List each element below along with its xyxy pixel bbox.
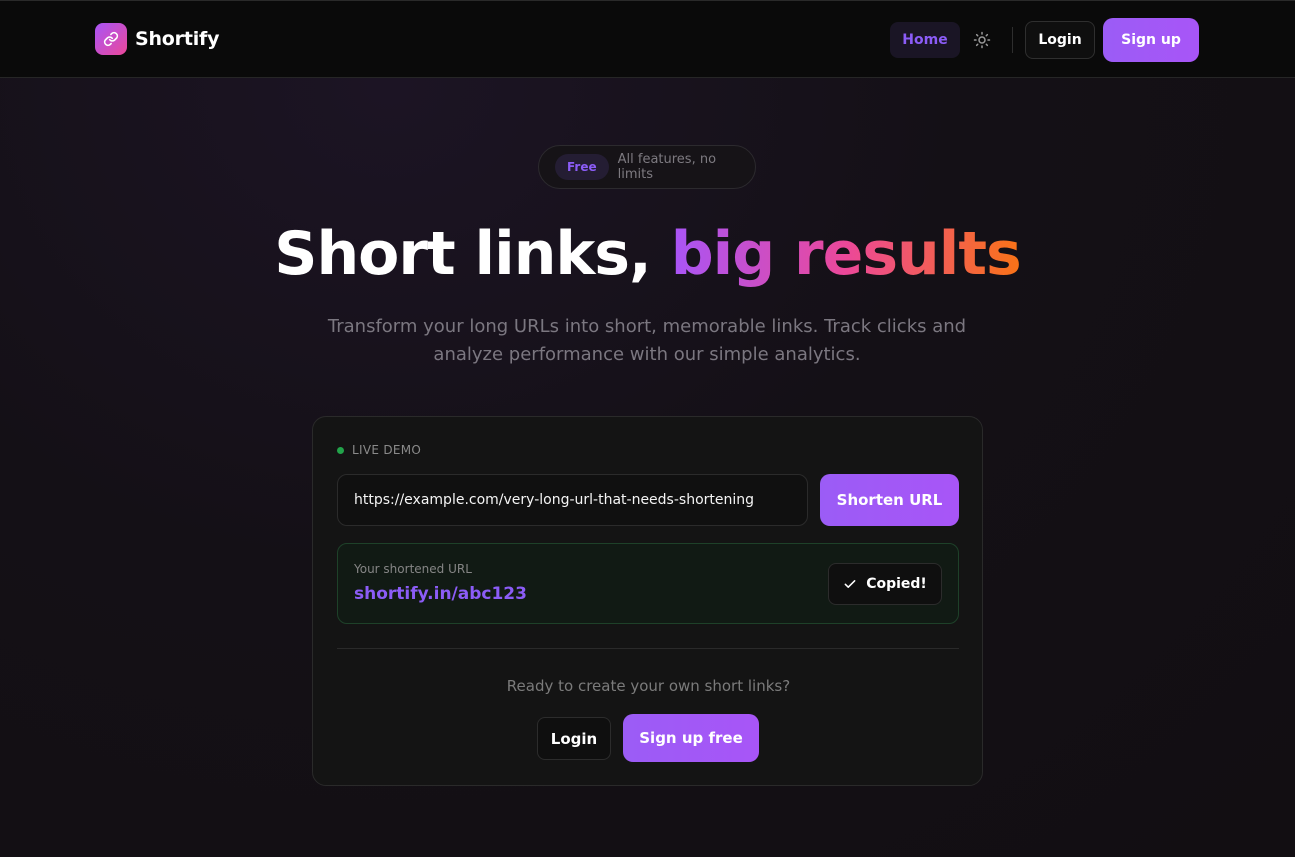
hero-title-accent: big results (670, 219, 1022, 289)
copy-button-label: Copied! (866, 576, 927, 592)
nav-divider (1012, 27, 1013, 53)
live-dot-icon (337, 446, 344, 454)
brand-name: Shortify (135, 28, 220, 50)
link-icon (95, 23, 127, 55)
hero-subtitle: Transform your long URLs into short, mem… (327, 316, 967, 365)
free-badge: Free (555, 154, 609, 180)
copy-button[interactable]: Copied! (828, 563, 942, 605)
live-demo-label: LIVE DEMO (352, 443, 422, 457)
login-button[interactable]: Login (1025, 21, 1095, 59)
free-features-pill: Free All features, no limits (538, 145, 756, 189)
shortened-url-result: Your shortened URL shortify.in/abc123 Co… (337, 543, 959, 624)
nav-home-link[interactable]: Home (890, 22, 960, 58)
hero-title: Short links, big results (0, 218, 1295, 290)
card-divider (337, 648, 959, 649)
signup-button[interactable]: Sign up (1103, 18, 1199, 62)
brand[interactable]: Shortify (95, 23, 219, 55)
cta-text: Ready to create your own short links? (506, 677, 791, 695)
long-url-input[interactable] (337, 474, 808, 526)
hero-title-plain: Short links, (274, 219, 671, 289)
free-badge-text: All features, no limits (617, 152, 717, 182)
live-demo-indicator: LIVE DEMO (337, 443, 421, 457)
demo-card: LIVE DEMO Shorten URL Your shortened URL… (312, 416, 983, 786)
result-label: Your shortened URL (354, 562, 472, 576)
shorten-url-button[interactable]: Shorten URL (820, 474, 959, 526)
shortened-url-link[interactable]: shortify.in/abc123 (354, 584, 527, 604)
top-navbar: Shortify Home Login Sign up (0, 0, 1295, 78)
cta-login-button[interactable]: Login (537, 717, 611, 760)
theme-toggle-button[interactable] (968, 26, 996, 54)
cta-signup-free-button[interactable]: Sign up free (623, 714, 759, 762)
check-icon (844, 580, 856, 588)
sun-icon (973, 31, 991, 49)
